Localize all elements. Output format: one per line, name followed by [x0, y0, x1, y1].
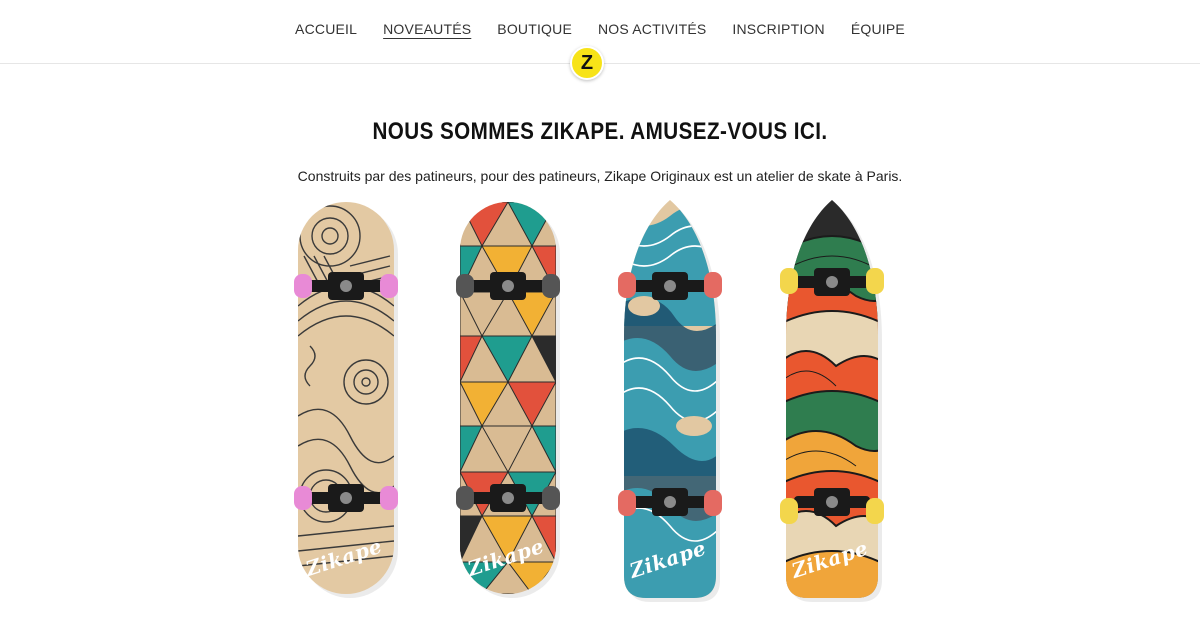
nav-item-boutique[interactable]: BOUTIQUE	[484, 20, 585, 38]
skateboard-geometric-image: Zikape	[456, 202, 560, 598]
zikape-logo[interactable]: Z	[570, 46, 604, 80]
skateboard-hills-image: Zikape	[780, 200, 884, 602]
nav-item-equipe[interactable]: ÉQUIPE	[838, 20, 918, 38]
skateboard-hills[interactable]: Zikape	[776, 196, 888, 602]
skateboard-waves[interactable]: Zikape	[614, 196, 726, 602]
skateboard-mandala-image: Zikape	[294, 202, 398, 598]
hero-subtitle: Construits par des patineurs, pour des p…	[297, 168, 903, 184]
nav-list: ACCUEIL NOVEAUTÉS BOUTIQUE NOS ACTIVITÉS…	[0, 20, 1200, 38]
nav-item-accueil[interactable]: ACCUEIL	[282, 20, 370, 38]
nav-item-noveautes[interactable]: NOVEAUTÉS	[370, 20, 484, 38]
logo-letter: Z	[580, 52, 594, 74]
skateboard-waves-image: Zikape	[618, 200, 722, 602]
skateboard-geometric[interactable]: Zikape	[452, 196, 564, 598]
nav-item-nos-activites[interactable]: NOS ACTIVITÉS	[585, 20, 719, 38]
skateboard-mandala[interactable]: Zikape	[290, 196, 402, 598]
hero-title: NOUS SOMMES ZIKAPE. AMUSEZ-VOUS ICI.	[372, 118, 828, 145]
nav-item-inscription[interactable]: INSCRIPTION	[719, 20, 837, 38]
